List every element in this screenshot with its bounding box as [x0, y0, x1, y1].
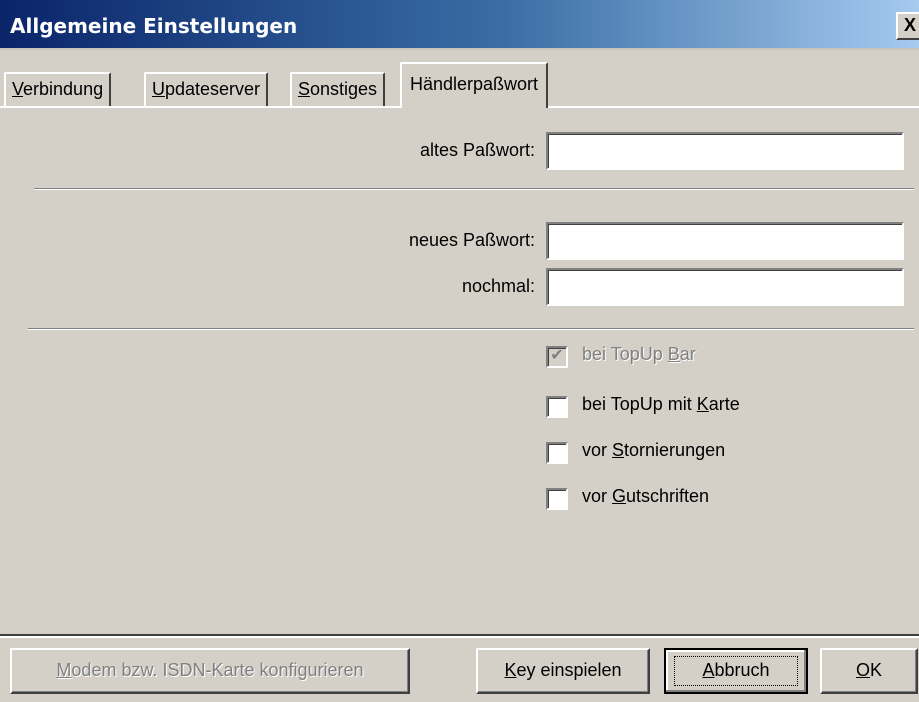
tab-verbindung[interactable]: Verbindung [4, 72, 112, 106]
repeat-password-input[interactable] [546, 268, 904, 306]
old-password-label: altes Paßwort: [419, 140, 535, 160]
checkbox-label: bei TopUp mit Karte [582, 394, 740, 414]
button-label: Abbruch [702, 660, 770, 680]
checkbox-box[interactable] [546, 396, 568, 418]
key-import-button[interactable]: Key einspielen [476, 648, 650, 694]
tab-updateserver[interactable]: Updateserver [144, 72, 269, 106]
tab-label: pdateserver [165, 79, 261, 99]
tab-accelerator: S [298, 79, 311, 99]
tab-sonstiges[interactable]: Sonstiges [290, 72, 386, 106]
close-button[interactable]: X [896, 12, 919, 40]
button-label: OK [855, 660, 883, 680]
tab-label: Händlerpaßwort [410, 74, 539, 94]
tab-label: onstiges [310, 79, 378, 99]
button-label: Key einspielen [504, 660, 622, 680]
separator [28, 328, 914, 330]
tab-panel-haendlerpasswort: altes Paßwort: neues Paßwort: nochmal: ✔… [0, 106, 919, 634]
cancel-button[interactable]: Abbruch [664, 648, 808, 694]
tab-label: erbindung [23, 79, 104, 99]
checkbox-label: vor Stornierungen [582, 440, 726, 460]
tab-haendlerpasswort[interactable]: Händlerpaßwort [400, 62, 549, 108]
bottom-divider [0, 634, 919, 638]
old-password-input[interactable] [546, 132, 904, 170]
title-bar[interactable]: Allgemeine Einstellungen X [0, 0, 919, 50]
check-icon: ✔ [550, 347, 564, 364]
settings-dialog: Allgemeine Einstellungen X Verbindung Up… [0, 0, 919, 702]
configure-modem-button[interactable]: Modem bzw. ISDN-Karte konfigurieren [10, 648, 410, 694]
ok-button[interactable]: OK [820, 648, 918, 694]
new-password-input[interactable] [546, 222, 904, 260]
repeat-password-label: nochmal: [461, 276, 535, 296]
checkbox-label: vor Gutschriften [582, 486, 710, 506]
separator [34, 188, 914, 190]
tab-accelerator: V [12, 79, 24, 99]
checkbox-box[interactable] [546, 488, 568, 510]
new-password-label: neues Paßwort: [408, 230, 535, 250]
window-title: Allgemeine Einstellungen [10, 14, 298, 38]
checkbox-box[interactable]: ✔ [546, 346, 568, 368]
close-icon: X [904, 15, 917, 35]
tab-accelerator: U [152, 79, 165, 99]
checkbox-box[interactable] [546, 442, 568, 464]
checkbox-label: bei TopUp Bar [582, 344, 696, 364]
button-label: Modem bzw. ISDN-Karte konfigurieren [56, 660, 364, 680]
